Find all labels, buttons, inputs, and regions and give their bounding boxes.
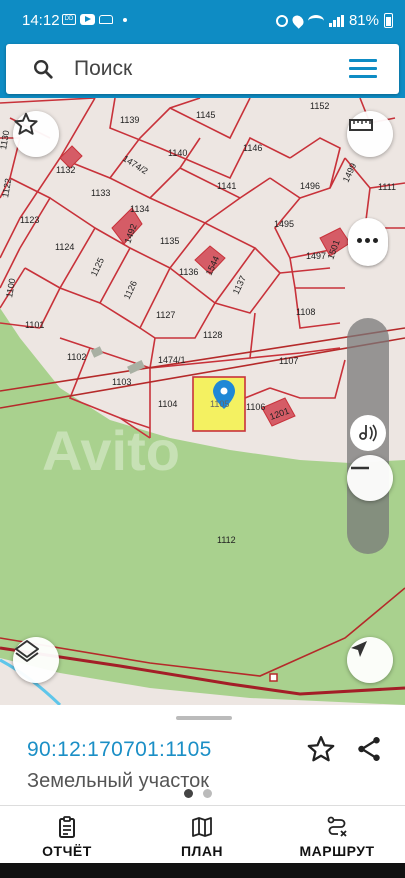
alarm-icon: [275, 14, 288, 27]
parcel-label: 1499: [341, 161, 359, 183]
location-icon: [290, 12, 306, 29]
parcel-label: 1496: [300, 181, 320, 191]
share-icon[interactable]: [354, 734, 384, 764]
parcel-label: 1107: [279, 356, 298, 366]
cadastral-number[interactable]: 90:12:170701:1105: [27, 738, 212, 762]
parcel-label: 1139: [120, 115, 139, 125]
parcel-label: 1136: [179, 267, 198, 277]
parcel-label: 1474/1: [158, 355, 186, 365]
zoom-slider-handle[interactable]: [348, 218, 388, 266]
green-area: [0, 308, 405, 705]
parcel-label: 1130: [0, 130, 11, 151]
parcel-label: 1112: [217, 535, 236, 545]
nav-plan[interactable]: ПЛАН: [142, 806, 262, 864]
parcel-label: 1497: [306, 251, 326, 261]
parcel-label: 1134: [130, 204, 149, 214]
parcel-label: 1101: [25, 320, 44, 330]
parcel-label: 1495: [274, 219, 294, 229]
parcel-label: 1111: [378, 182, 396, 192]
favorite-button[interactable]: [13, 111, 59, 157]
parcel-label: 1103: [112, 377, 131, 387]
parcel-label: 1102: [67, 352, 86, 362]
layers-button[interactable]: [13, 637, 59, 683]
watermark: Avito: [42, 419, 180, 482]
nav-route-label: МАРШРУТ: [299, 843, 375, 859]
status-bar: 14:12 DD 81%: [0, 0, 405, 40]
battery-icon: [384, 13, 393, 28]
parcel-label: 1100: [4, 278, 17, 299]
my-location-button[interactable]: [347, 637, 393, 683]
search-icon: [34, 60, 53, 79]
map-icon: [192, 817, 212, 837]
zoom-out-button[interactable]: [347, 455, 393, 501]
map-canvas[interactable]: 1152 1145 1139 1146 1140 1474/2 1132 114…: [0, 98, 405, 705]
parcel-label: 1474/2: [121, 153, 150, 176]
parcel-label: 1124: [55, 242, 74, 252]
youtube-icon: [80, 14, 95, 25]
parcel-label: 1108: [296, 307, 315, 317]
layers-icon: [15, 640, 39, 662]
parcel-label-selected: 1105: [210, 399, 229, 409]
road-marker: [269, 673, 278, 682]
parcel-label: 1122: [0, 178, 13, 199]
route-icon: [327, 816, 347, 837]
more-notifications-dot-icon: [123, 17, 127, 22]
parcel-label: 1140: [168, 148, 187, 158]
battery-percent: 81%: [348, 12, 379, 29]
nav-report[interactable]: ОТЧЁТ: [7, 806, 127, 864]
nav-report-label: ОТЧЁТ: [42, 843, 92, 859]
search-bar[interactable]: Поиск: [6, 44, 399, 94]
car-icon: [99, 15, 113, 24]
nav-route[interactable]: МАРШРУТ: [277, 806, 397, 864]
parcel-label: 1141: [217, 181, 236, 191]
parcel-label: 1106: [246, 402, 265, 412]
star-icon: [14, 112, 38, 135]
status-time: 14:12: [22, 12, 60, 29]
bottom-navigation: ОТЧЁТ ПЛАН МАРШРУТ: [0, 805, 405, 863]
signal-icon: [328, 14, 344, 27]
parcel-label: 1145: [196, 110, 215, 120]
parcel-label: 1123: [20, 215, 39, 225]
ruler-icon: [349, 119, 373, 131]
nav-plan-label: ПЛАН: [180, 843, 224, 859]
sheds: [90, 346, 145, 375]
system-navigation-bar: [0, 863, 405, 878]
parcel-label: 1128: [203, 330, 222, 340]
notification-app-icon: DD: [62, 14, 76, 25]
page-dot-active: [184, 789, 193, 798]
wifi-icon: [307, 14, 324, 27]
voice-icon: [359, 424, 377, 442]
menu-icon[interactable]: [349, 59, 377, 79]
parcel-label: 1125: [89, 256, 106, 278]
navigation-arrow-icon: [351, 641, 367, 657]
ruler-button[interactable]: [347, 111, 393, 157]
star-icon[interactable]: [306, 734, 336, 764]
parcel-label: 1132: [56, 165, 75, 175]
parcel-info-sheet[interactable]: 90:12:170701:1105 Земельный участок: [0, 705, 405, 805]
parcel-label: 1133: [91, 188, 110, 198]
parcel-label: 1135: [160, 236, 179, 246]
parcel-label: 1146: [243, 143, 262, 153]
parcel-label: 1126: [122, 279, 139, 301]
minus-icon: [351, 466, 369, 470]
more-dots-icon: [357, 238, 378, 243]
page-indicator: [184, 789, 212, 798]
parcel-type: Земельный участок: [27, 770, 210, 792]
cadastral-map[interactable]: 1152 1145 1139 1146 1140 1474/2 1132 114…: [0, 98, 405, 705]
page-dot: [203, 789, 212, 798]
voice-button[interactable]: [350, 415, 386, 451]
report-icon: [59, 816, 75, 838]
search-input[interactable]: Поиск: [74, 57, 132, 81]
parcel-label: 1127: [156, 310, 175, 320]
parcel-label: 1104: [158, 399, 177, 409]
sheet-drag-handle[interactable]: [176, 716, 232, 720]
parcel-label: 1152: [310, 101, 329, 111]
